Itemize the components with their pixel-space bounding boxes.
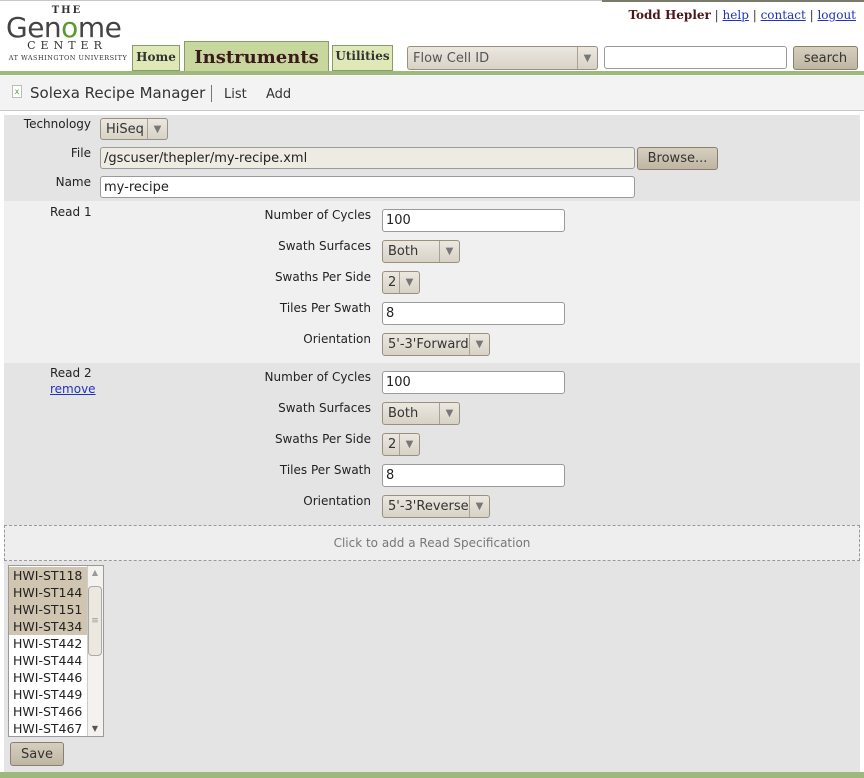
footer-divider	[0, 772, 864, 778]
read-2-tiles-field[interactable]: 8	[382, 464, 565, 487]
read-1-tiles-label: Tiles Per Swath	[279, 301, 371, 315]
name-label: Name	[55, 175, 91, 189]
tab-instruments[interactable]: Instruments	[184, 41, 329, 73]
instrument-listbox[interactable]: HWI-ST118 HWI-ST144 HWI-ST151 HWI-ST434 HWI-…	[8, 565, 104, 737]
nav-add-link[interactable]: Add	[266, 87, 291, 102]
read-2-cycles-label: Number of Cycles	[264, 370, 371, 384]
genome-center-logo[interactable]: THE Genome CENTER AT WASHINGTON UNIVERSI…	[6, 5, 130, 65]
read-2-surfaces-select[interactable]: Both ▼	[382, 402, 460, 425]
dropdown-arrow-icon: ▼	[469, 334, 489, 355]
browse-button[interactable]: Browse...	[637, 147, 718, 170]
app-title: Solexa Recipe Manager	[30, 84, 206, 102]
read-2-swaths-select[interactable]: 2 ▼	[382, 433, 420, 456]
help-link[interactable]: help	[723, 8, 749, 22]
instrument-list-item[interactable]: HWI-ST466	[9, 703, 87, 720]
logo-center: CENTER	[27, 39, 107, 52]
search-button[interactable]: search	[793, 46, 858, 70]
read-1-surfaces-select[interactable]: Both ▼	[382, 240, 460, 263]
read-1-orientation-value: 5'-3'Forward	[388, 337, 469, 352]
read-1-cycles-label: Number of Cycles	[264, 208, 371, 222]
instrument-list-item[interactable]: HWI-ST467	[9, 720, 87, 736]
nav-list-link[interactable]: List	[224, 87, 247, 102]
search-input[interactable]	[604, 46, 787, 69]
search-type-value: Flow Cell ID	[413, 50, 490, 66]
dropdown-arrow-icon: ▼	[399, 434, 419, 455]
header-divider	[0, 71, 864, 75]
read-2-surfaces-label: Swath Surfaces	[278, 401, 371, 415]
read-2-orientation-label: Orientation	[303, 494, 371, 508]
read-2-remove-link[interactable]: remove	[50, 382, 96, 396]
instrument-list-item[interactable]: HWI-ST118	[9, 567, 87, 584]
user-name: Todd Hepler	[628, 8, 711, 22]
read-2-orientation-select[interactable]: 5'-3'Reverse ▼	[382, 495, 490, 518]
instrument-list-item[interactable]: HWI-ST144	[9, 584, 87, 601]
dropdown-arrow-icon: ▼	[399, 272, 419, 293]
dropdown-arrow-icon: ▼	[439, 241, 459, 262]
instrument-list-item[interactable]: HWI-ST449	[9, 686, 87, 703]
dropdown-arrow-icon: ▼	[469, 496, 489, 517]
read-1-swaths-value: 2	[388, 275, 397, 290]
read-1-swaths-label: Swaths Per Side	[274, 270, 371, 284]
logout-link[interactable]: logout	[817, 8, 856, 22]
user-links: Todd Hepler | help | contact | logout	[628, 8, 856, 22]
recipe-app-icon: x	[12, 85, 22, 98]
listbox-scrollbar[interactable]: ▲ ≡ ▼	[87, 566, 103, 736]
read-2-swaths-value: 2	[388, 437, 397, 452]
save-button[interactable]: Save	[10, 742, 64, 766]
logo-university: AT WASHINGTON UNIVERSITY	[8, 54, 128, 62]
instrument-list-item[interactable]: HWI-ST444	[9, 652, 87, 669]
read-1-tiles-field[interactable]: 8	[382, 302, 565, 325]
scroll-down-icon[interactable]: ▼	[89, 724, 101, 734]
read-2-tiles-label: Tiles Per Swath	[279, 463, 371, 477]
instrument-list-item[interactable]: HWI-ST151	[9, 601, 87, 618]
read-2-swaths-label: Swaths Per Side	[274, 432, 371, 446]
file-field[interactable]: /gscuser/thepler/my-recipe.xml	[100, 147, 635, 169]
instrument-panel	[4, 561, 860, 772]
contact-link[interactable]: contact	[761, 8, 806, 22]
read-1-surfaces-label: Swath Surfaces	[278, 239, 371, 253]
read-1-orientation-label: Orientation	[303, 332, 371, 346]
read-1-surfaces-value: Both	[388, 244, 419, 259]
search-type-select[interactable]: Flow Cell ID ▼	[407, 46, 598, 70]
top-rule-accent	[602, 0, 864, 2]
technology-value: HiSeq	[106, 121, 144, 137]
read-2-cycles-field[interactable]: 100	[382, 371, 565, 394]
read-2-orientation-value: 5'-3'Reverse	[388, 499, 469, 514]
read-1-swaths-select[interactable]: 2 ▼	[382, 271, 420, 294]
dropdown-arrow-icon: ▼	[577, 47, 597, 69]
read-2-label: Read 2	[50, 366, 92, 380]
tab-utilities[interactable]: Utilities	[332, 45, 393, 71]
file-label: File	[70, 146, 91, 160]
nav-separator	[211, 85, 212, 102]
technology-select[interactable]: HiSeq ▼	[100, 118, 168, 140]
scroll-thumb[interactable]: ≡	[88, 586, 102, 656]
scroll-up-icon[interactable]: ▲	[89, 568, 101, 578]
tab-home[interactable]: Home	[132, 45, 180, 71]
dropdown-arrow-icon: ▼	[147, 119, 167, 139]
dropdown-arrow-icon: ▼	[439, 403, 459, 424]
instrument-list-item[interactable]: HWI-ST446	[9, 669, 87, 686]
name-field[interactable]: my-recipe	[100, 176, 635, 198]
read-1-cycles-field[interactable]: 100	[382, 209, 565, 232]
read-1-label: Read 1	[50, 205, 92, 219]
read-2-surfaces-value: Both	[388, 406, 419, 421]
instrument-list-item[interactable]: HWI-ST442	[9, 635, 87, 652]
technology-label: Technology	[23, 117, 91, 131]
add-read-specification[interactable]: Click to add a Read Specification	[4, 525, 860, 561]
instrument-list-item[interactable]: HWI-ST434	[9, 618, 87, 635]
read-1-orientation-select[interactable]: 5'-3'Forward ▼	[382, 333, 490, 356]
